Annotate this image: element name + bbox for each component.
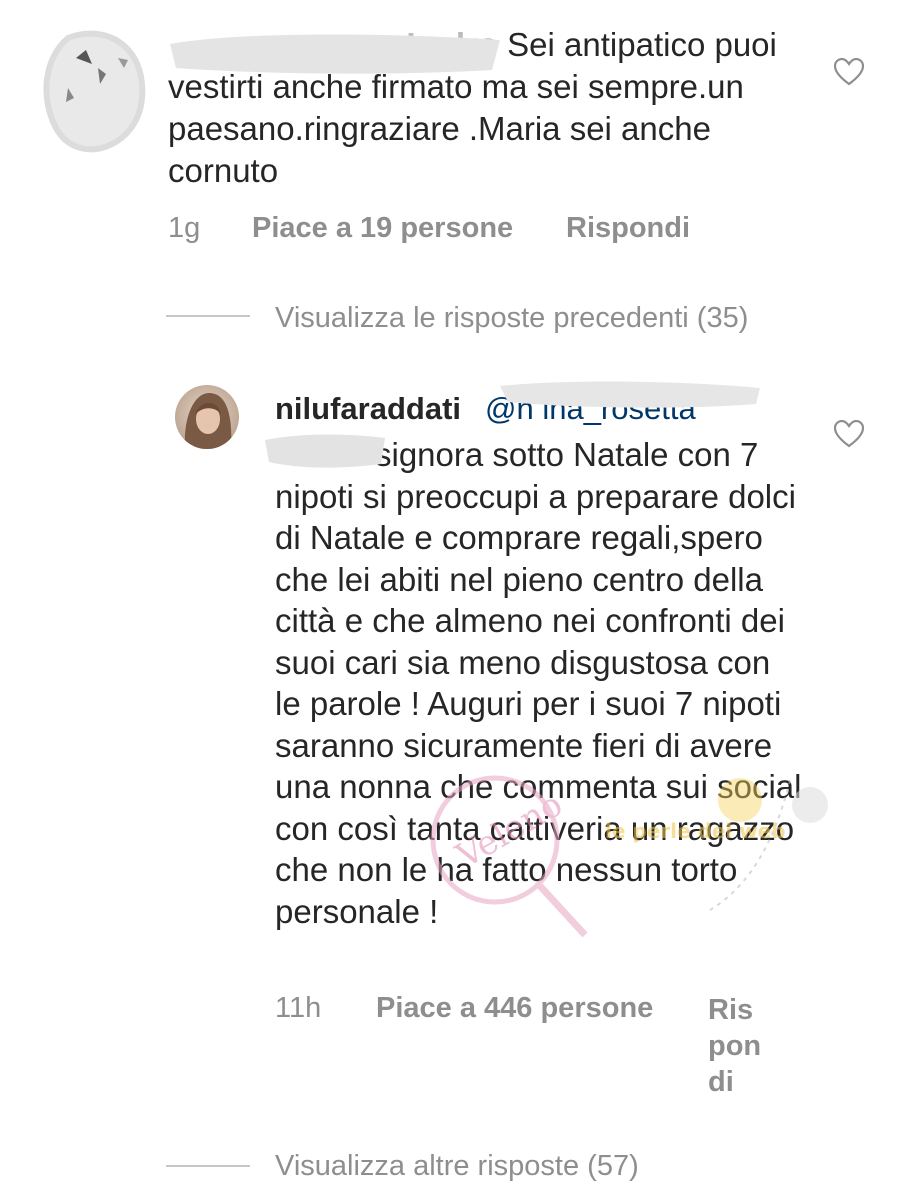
watermark-logo: Veleno le perle del web	[430, 775, 828, 938]
mention-redaction	[500, 381, 760, 408]
reply-time: 11h	[275, 992, 322, 1024]
reply-avatar[interactable]	[175, 385, 239, 449]
reply-username[interactable]: nilufaraddati	[275, 391, 461, 427]
view-previous-replies[interactable]: Visualizza le risposte precedenti (35)	[275, 302, 748, 335]
comment-likes[interactable]: Piace a 19 persone	[252, 212, 513, 245]
comment-time: 1g	[168, 212, 201, 244]
like-heart-icon[interactable]	[834, 420, 864, 448]
reply-reply-button[interactable]: Rispondi	[708, 992, 768, 1100]
watermark-right-text: le perle del web	[605, 819, 786, 843]
handle-redaction	[265, 434, 385, 468]
view-more-replies[interactable]: Visualizza altre risposte (57)	[275, 1150, 639, 1183]
reply-likes[interactable]: Piace a 446 persone	[376, 992, 653, 1025]
like-heart-icon[interactable]	[834, 58, 864, 86]
view-more-divider	[166, 1165, 250, 1167]
commenter-avatar[interactable]	[38, 18, 150, 168]
reply-button[interactable]: Rispondi	[566, 212, 690, 245]
view-replies-divider	[166, 315, 250, 317]
username-redaction	[170, 34, 500, 74]
